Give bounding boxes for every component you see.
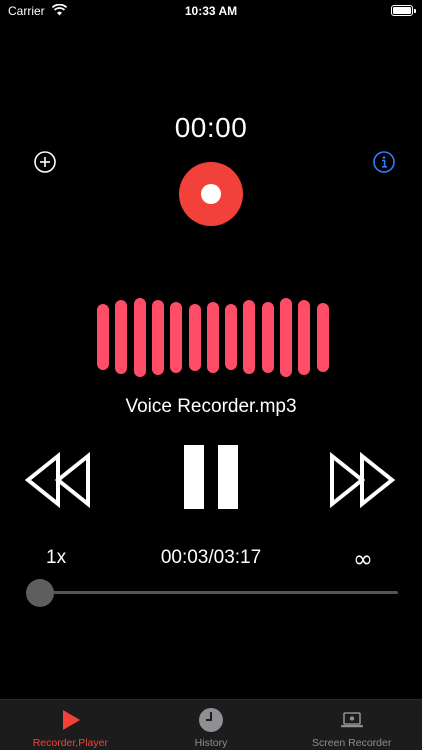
- tab-screen-recorder[interactable]: Screen Recorder: [281, 700, 422, 750]
- waveform-bar: [170, 302, 182, 373]
- rewind-button[interactable]: [24, 452, 92, 508]
- waveform-bar: [189, 304, 201, 371]
- waveform-bar: [225, 304, 237, 370]
- clock-icon: [199, 708, 223, 732]
- pause-bar-icon: [218, 445, 238, 509]
- recording-timer: 00:00: [174, 112, 248, 143]
- waveform-bar: [207, 302, 219, 373]
- audio-waveform: [97, 296, 329, 378]
- waveform-bar: [152, 300, 164, 375]
- record-button[interactable]: [179, 162, 243, 226]
- waveform-bar: [115, 300, 127, 374]
- battery-icon: [391, 5, 416, 16]
- slider-track: [26, 591, 398, 594]
- slider-thumb[interactable]: [26, 579, 54, 607]
- tab-bar: Recorder,Player History Screen Recorder: [0, 699, 422, 750]
- tab-label: History: [194, 737, 228, 749]
- status-bar: Carrier 10:33 AM: [0, 0, 422, 22]
- tab-recorder-player[interactable]: Recorder,Player: [0, 700, 141, 750]
- pause-button[interactable]: [184, 445, 238, 509]
- status-time: 10:33 AM: [184, 4, 238, 18]
- pause-bar-icon: [184, 445, 204, 509]
- playback-progress-slider[interactable]: [26, 578, 398, 607]
- tab-history[interactable]: History: [141, 700, 282, 750]
- laptop-icon: [340, 712, 363, 728]
- play-icon: [63, 710, 81, 730]
- file-name: Voice Recorder.mp3: [125, 396, 297, 417]
- waveform-bar: [298, 300, 310, 375]
- tab-label: Screen Recorder: [311, 737, 392, 749]
- waveform-bar: [134, 298, 146, 377]
- fast-forward-button[interactable]: [328, 452, 398, 508]
- waveform-bar: [317, 303, 329, 372]
- waveform-bar: [243, 300, 255, 374]
- loop-button[interactable]: ∞: [353, 545, 373, 573]
- info-button[interactable]: [373, 151, 395, 173]
- waveform-bar: [262, 302, 274, 373]
- waveform-bar: [97, 304, 109, 370]
- record-dot-icon: [201, 184, 221, 204]
- add-button[interactable]: [34, 151, 56, 173]
- tab-label: Recorder,Player: [32, 737, 108, 749]
- waveform-bar: [280, 298, 292, 377]
